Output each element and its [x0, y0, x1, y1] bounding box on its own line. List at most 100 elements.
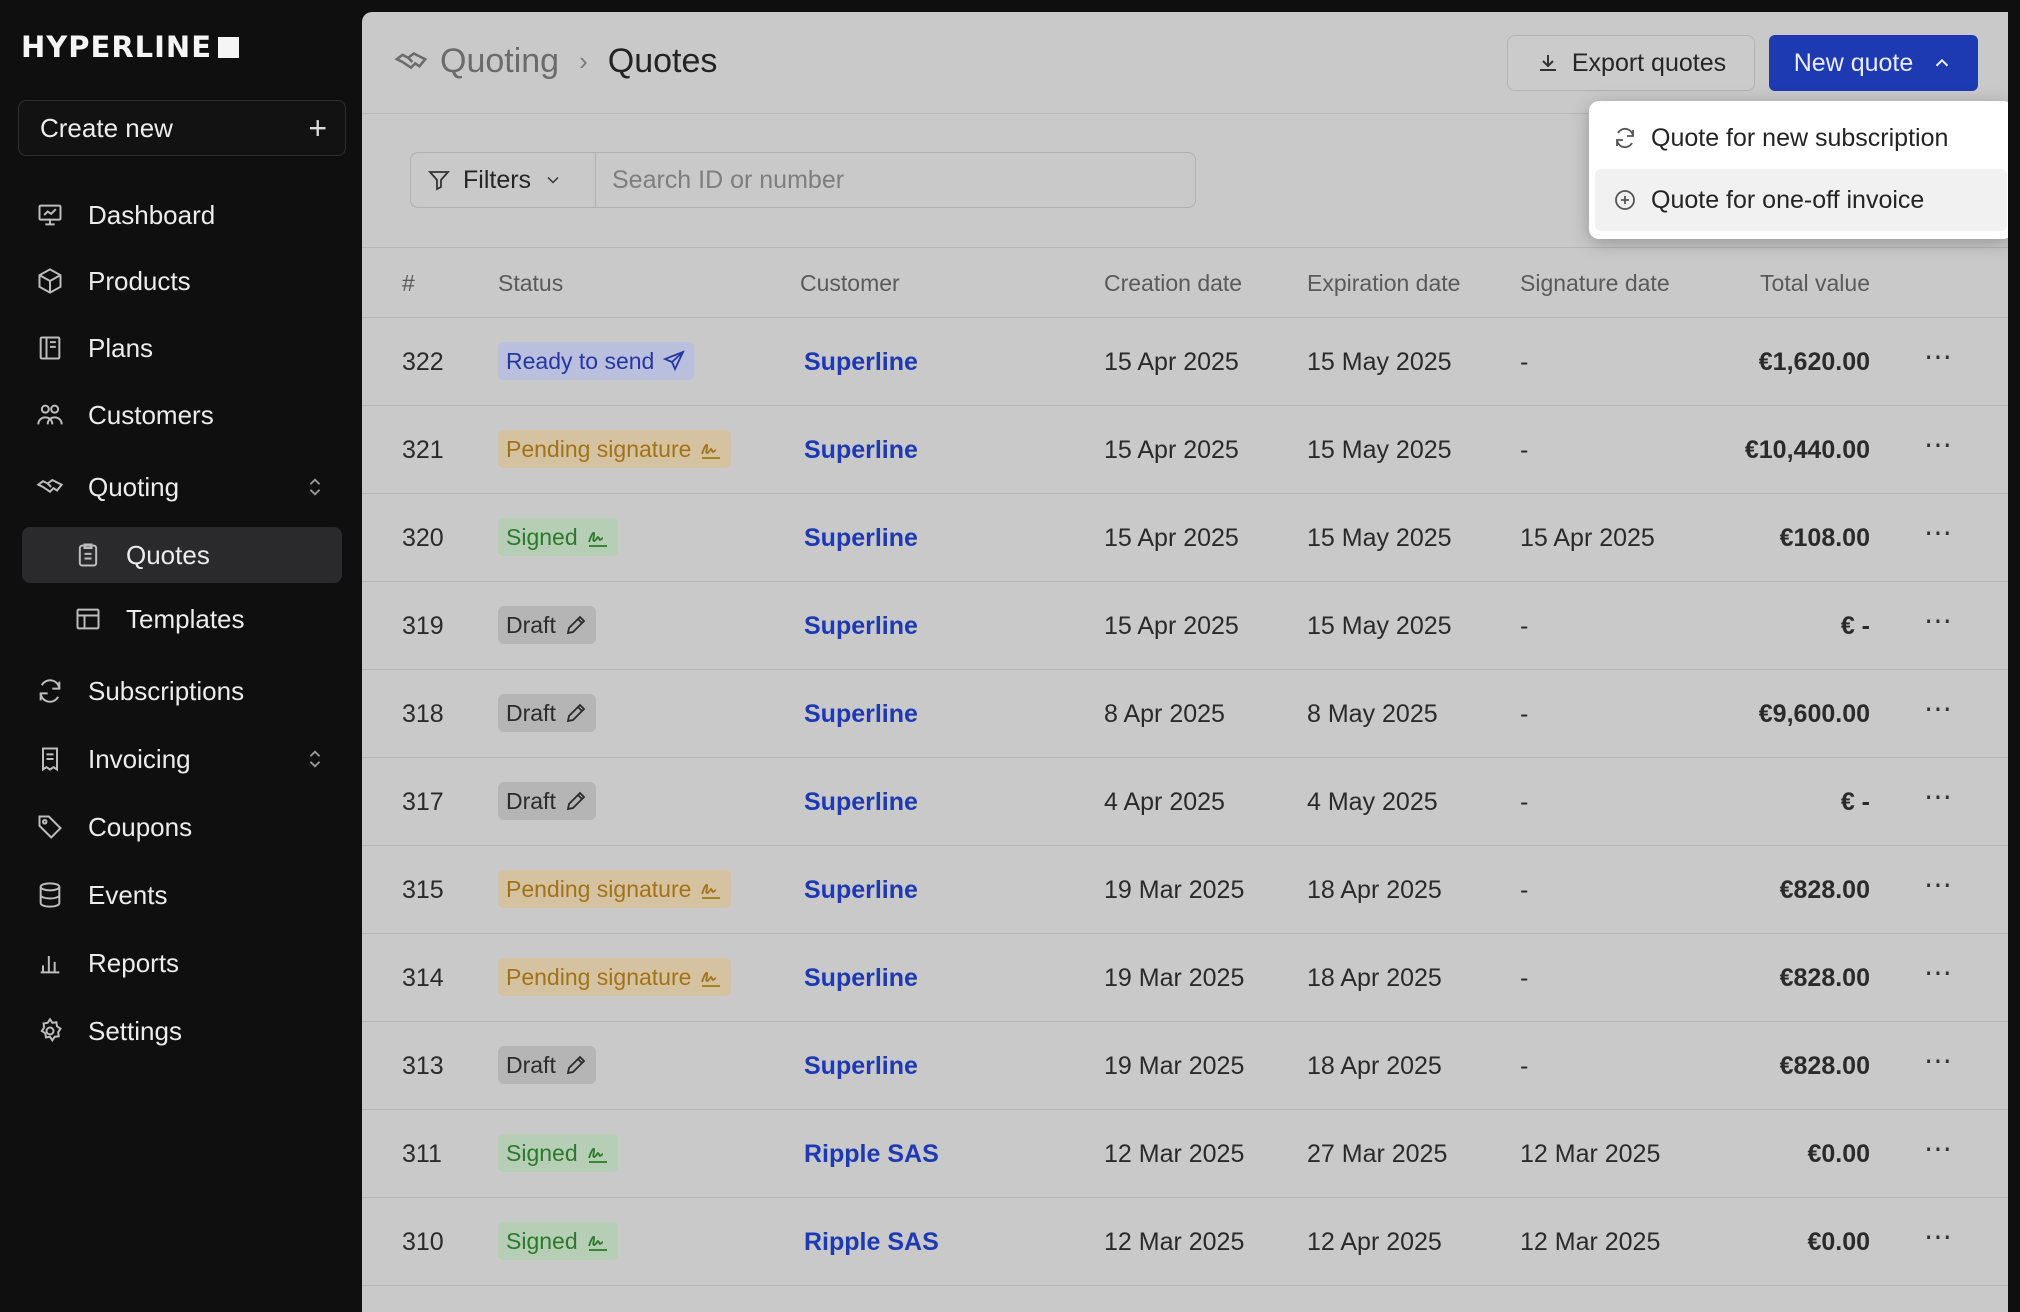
- customer-link[interactable]: Superline: [804, 700, 918, 729]
- users-icon: [36, 401, 64, 429]
- more-actions-icon[interactable]: ⋯: [1924, 780, 1953, 813]
- create-new-label: Create new: [40, 112, 173, 143]
- sidebar-item-customers[interactable]: Customers: [22, 387, 342, 443]
- status-label: Signed: [506, 1139, 578, 1166]
- expiration-date: 15 May 2025: [1307, 348, 1452, 376]
- table-row[interactable]: 320 Signed Superline 15 Apr 2025 15 May 2025…: [362, 494, 2008, 582]
- status-label: Signed: [506, 1227, 578, 1254]
- status-badge: Draft: [498, 782, 596, 820]
- more-actions-icon[interactable]: ⋯: [1924, 340, 1953, 373]
- quote-number: 322: [402, 348, 444, 376]
- status-badge-pill: Pending signature: [498, 870, 732, 908]
- brand-logo[interactable]: HYPERLINE: [21, 30, 240, 64]
- total-value: €108.00: [1779, 524, 1870, 552]
- customer-link[interactable]: Superline: [804, 964, 918, 993]
- sidebar-item-quotes[interactable]: Quotes: [22, 527, 342, 583]
- customer-link[interactable]: Ripple SAS: [804, 1140, 939, 1169]
- sidebar-item-label: Settings: [88, 1015, 182, 1046]
- customer-link[interactable]: Superline: [804, 876, 918, 905]
- table-row[interactable]: 315 Pending signature Superline 19 Mar 2025…: [362, 846, 2008, 934]
- sidebar-item-settings[interactable]: Settings: [22, 1003, 342, 1059]
- table-row[interactable]: 314 Pending signature Superline 19 Mar 2025…: [362, 934, 2008, 1022]
- table-row[interactable]: 321 Pending signature Superline 15 Apr 2025…: [362, 406, 2008, 494]
- sidebar-item-dashboard[interactable]: Dashboard: [22, 187, 342, 243]
- customer-link[interactable]: Superline: [804, 612, 918, 641]
- creation-date: 15 Apr 2025: [1104, 348, 1239, 376]
- column-header-creation-date[interactable]: Creation date: [1104, 270, 1242, 297]
- signature-date: -: [1520, 348, 1529, 376]
- table-row[interactable]: 318 Draft Superline 8 Apr 2025 8 May 2025 - €9…: [362, 670, 2008, 758]
- customer-link[interactable]: Superline: [804, 524, 918, 553]
- more-actions-icon[interactable]: ⋯: [1924, 1044, 1953, 1077]
- status-badge-pill: Signed: [498, 1134, 618, 1172]
- more-actions-icon[interactable]: ⋯: [1924, 692, 1953, 725]
- creation-date: 12 Mar 2025: [1104, 1228, 1245, 1256]
- signature-date: -: [1520, 612, 1529, 640]
- column-header-status[interactable]: Status: [498, 270, 563, 297]
- total-value: €0.00: [1807, 1140, 1870, 1168]
- signature-icon: [587, 1147, 607, 1163]
- sidebar-item-invoicing[interactable]: Invoicing: [22, 731, 342, 787]
- creation-date: 4 Apr 2025: [1104, 788, 1225, 816]
- bar-chart-icon: [36, 949, 64, 977]
- table-row[interactable]: 319 Draft Superline 15 Apr 2025 15 May 2025 -…: [362, 582, 2008, 670]
- status-badge: Ready to send: [498, 342, 695, 380]
- sidebar-item-coupons[interactable]: Coupons: [22, 799, 342, 855]
- customer-link[interactable]: Superline: [804, 788, 918, 817]
- customer-link[interactable]: Ripple SAS: [804, 1228, 939, 1257]
- export-quotes-button[interactable]: Export quotes: [1507, 35, 1755, 91]
- expiration-date: 18 Apr 2025: [1307, 876, 1442, 904]
- column-header-total-value[interactable]: Total value: [1760, 270, 1870, 297]
- expiration-date: 4 May 2025: [1307, 788, 1438, 816]
- more-actions-icon[interactable]: ⋯: [1924, 868, 1953, 901]
- table-row[interactable]: 311 Signed Ripple SAS 12 Mar 2025 27 Mar 202…: [362, 1110, 2008, 1198]
- sidebar-item-quoting[interactable]: Quoting: [22, 459, 342, 515]
- more-actions-icon[interactable]: ⋯: [1924, 956, 1953, 989]
- quote-number: 315: [402, 876, 444, 904]
- menu-item-new-subscription[interactable]: Quote for new subscription: [1595, 107, 2007, 169]
- sidebar-item-events[interactable]: Events: [22, 867, 342, 923]
- table-row[interactable]: 317 Draft Superline 4 Apr 2025 4 May 2025 - € …: [362, 758, 2008, 846]
- more-actions-icon[interactable]: ⋯: [1924, 604, 1953, 637]
- signature-date: 12 Mar 2025: [1520, 1140, 1661, 1168]
- sidebar-item-label: Plans: [88, 332, 154, 363]
- tag-icon: [36, 813, 64, 841]
- signature-icon: [701, 883, 721, 899]
- status-badge-pill: Signed: [498, 1222, 618, 1260]
- column-header-signature-date[interactable]: Signature date: [1520, 270, 1670, 297]
- column-header-expiration-date[interactable]: Expiration date: [1307, 270, 1460, 297]
- filters-button[interactable]: Filters: [410, 152, 596, 208]
- expiration-date: 27 Mar 2025: [1307, 1140, 1448, 1168]
- more-actions-icon[interactable]: ⋯: [1924, 1132, 1953, 1165]
- more-actions-icon[interactable]: ⋯: [1924, 516, 1953, 549]
- sidebar-item-templates[interactable]: Templates: [22, 591, 342, 647]
- table-row[interactable]: 322 Ready to send Superline 15 Apr 2025 15 M…: [362, 318, 2008, 406]
- quote-number: 310: [402, 1228, 444, 1256]
- column-header-customer[interactable]: Customer: [800, 270, 900, 297]
- table-row[interactable]: 313 Draft Superline 19 Mar 2025 18 Apr 2025 -…: [362, 1022, 2008, 1110]
- send-icon: [662, 350, 686, 372]
- sidebar-item-products[interactable]: Products: [22, 253, 342, 309]
- customer-link[interactable]: Superline: [804, 436, 918, 465]
- customer-link[interactable]: Superline: [804, 1052, 918, 1081]
- sidebar-item-subscriptions[interactable]: Subscriptions: [22, 663, 342, 719]
- menu-item-one-off-invoice[interactable]: Quote for one-off invoice: [1595, 169, 2007, 231]
- sidebar-item-reports[interactable]: Reports: [22, 935, 342, 991]
- total-value: € -: [1840, 788, 1870, 816]
- handshake-icon: [394, 51, 428, 69]
- sidebar-item-plans[interactable]: Plans: [22, 320, 342, 376]
- more-actions-icon[interactable]: ⋯: [1924, 1220, 1953, 1253]
- new-quote-button[interactable]: New quote: [1769, 35, 1978, 91]
- search-input[interactable]: Search ID or number: [596, 152, 1196, 208]
- more-actions-icon[interactable]: ⋯: [1924, 428, 1953, 461]
- sidebar-item-label: Invoicing: [88, 743, 191, 774]
- create-new-button[interactable]: Create new +: [18, 100, 346, 156]
- column-header-number[interactable]: #: [402, 270, 415, 297]
- status-badge: Signed: [498, 1222, 618, 1260]
- table-row[interactable]: 310 Signed Ripple SAS 12 Mar 2025 12 Apr 202…: [362, 1198, 2008, 1286]
- breadcrumb-section[interactable]: Quoting: [440, 42, 559, 81]
- customer-link[interactable]: Superline: [804, 348, 918, 377]
- box-icon: [36, 267, 64, 295]
- creation-date: 19 Mar 2025: [1104, 876, 1245, 904]
- page-title: Quotes: [607, 42, 718, 80]
